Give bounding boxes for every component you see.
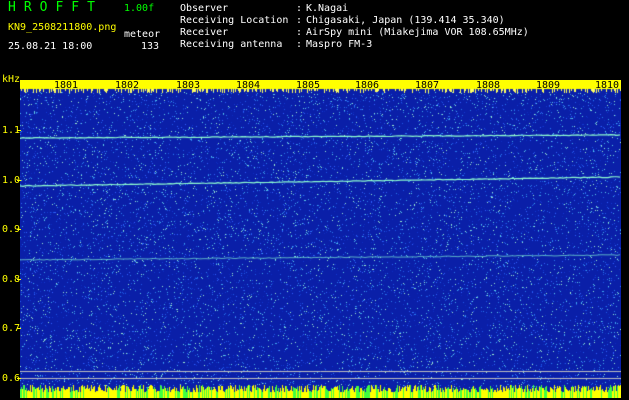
meteor-count: 133 bbox=[141, 41, 160, 52]
y-tick-mark bbox=[17, 130, 21, 131]
y-tick-mark bbox=[17, 279, 21, 280]
meta-label-observer: Observer bbox=[180, 3, 229, 14]
meta-value-antenna: Maspro FM-3 bbox=[306, 39, 373, 50]
y-tick-mark bbox=[17, 229, 21, 230]
capture-datetime: 25.08.21 18:00 bbox=[8, 41, 93, 52]
meta-value-observer: K.Nagai bbox=[306, 3, 349, 14]
mode-label: meteor bbox=[124, 29, 161, 40]
y-tick-mark bbox=[17, 378, 21, 379]
app-version: 1.00f bbox=[124, 3, 155, 14]
meta-value-location: Chigasaki, Japan (139.414 35.340) bbox=[306, 15, 505, 26]
x-tick-label: 1805 bbox=[296, 80, 321, 91]
meta-label-location: Receiving Location bbox=[180, 15, 289, 26]
x-tick-label: 1804 bbox=[236, 80, 261, 91]
meta-colon: : bbox=[296, 39, 303, 50]
meta-label-antenna: Receiving antenna bbox=[180, 39, 283, 50]
x-tick-label: 1806 bbox=[355, 80, 380, 91]
app-brand: HROFFT bbox=[8, 0, 103, 15]
y-tick-mark bbox=[17, 328, 21, 329]
spectrogram-canvas bbox=[20, 80, 621, 398]
y-tick-mark bbox=[17, 180, 21, 181]
meta-colon: : bbox=[296, 3, 303, 14]
x-tick-label: 1807 bbox=[415, 80, 440, 91]
x-tick-label: 1809 bbox=[536, 80, 561, 91]
meta-colon: : bbox=[296, 15, 303, 26]
x-tick-label: 1810 bbox=[595, 80, 620, 91]
meta-value-receiver: AirSpy mini (Miakejima VOR 108.65MHz) bbox=[306, 27, 529, 38]
x-tick-label: 1803 bbox=[176, 80, 201, 91]
y-axis-unit: kHz bbox=[2, 74, 21, 85]
meta-colon: : bbox=[296, 27, 303, 38]
image-filename: KN9_2508211800.png bbox=[8, 22, 117, 33]
hrofft-window: HROFFT 1.00f KN9_2508211800.png meteor 2… bbox=[0, 0, 629, 400]
meta-label-receiver: Receiver bbox=[180, 27, 229, 38]
spectrogram-plot bbox=[20, 80, 621, 398]
x-tick-label: 1802 bbox=[115, 80, 140, 91]
x-tick-label: 1808 bbox=[476, 80, 501, 91]
x-tick-label: 1801 bbox=[54, 80, 79, 91]
